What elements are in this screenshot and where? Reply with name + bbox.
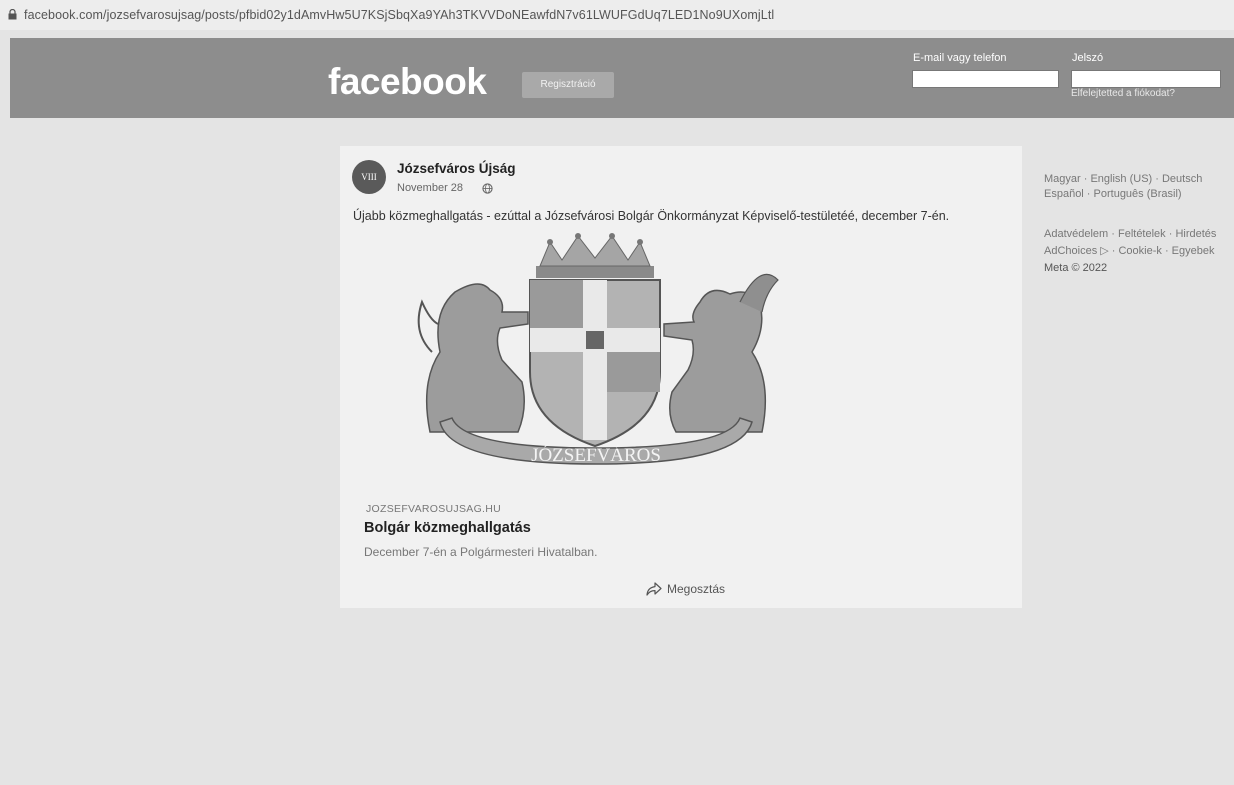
post-card: VIII Józsefváros Újság November 28 Újabb…	[340, 146, 1022, 608]
shield-icon	[529, 279, 661, 448]
page-avatar[interactable]: VIII	[352, 160, 386, 194]
language-links-1[interactable]: Magyar · English (US) · Deutsch	[1044, 173, 1202, 185]
globe-icon	[482, 183, 493, 194]
link-description[interactable]: December 7-én a Polgármesteri Hivatalban…	[364, 545, 597, 559]
email-field[interactable]	[912, 70, 1059, 88]
forgot-account-link[interactable]: Elfelejtetted a fiókodat?	[1071, 88, 1175, 99]
lock-icon	[8, 9, 17, 20]
share-label: Megosztás	[667, 582, 726, 596]
coat-of-arms-image[interactable]: JÓZSEFVÁROS	[410, 232, 782, 470]
share-icon	[646, 582, 662, 596]
copyright: Meta © 2022	[1044, 262, 1108, 274]
password-field[interactable]	[1071, 70, 1221, 88]
email-label: E-mail vagy telefon	[913, 52, 1007, 64]
post-date[interactable]: November 28	[397, 182, 463, 194]
password-label: Jelszó	[1072, 52, 1104, 64]
share-button[interactable]: Megosztás	[646, 582, 725, 596]
link-domain[interactable]: JOZSEFVAROSUJSAG.HU	[366, 503, 501, 515]
ribbon-text: JÓZSEFVÁROS	[531, 444, 661, 466]
footer-links-1[interactable]: Adatvédelem · Feltételek · Hirdetés	[1044, 228, 1216, 240]
language-links-2[interactable]: Español · Português (Brasil)	[1044, 188, 1182, 200]
address-bar-url[interactable]: facebook.com/jozsefvarosujsag/posts/pfbi…	[24, 8, 774, 22]
facebook-header: facebook Regisztráció E-mail vagy telefo…	[10, 38, 1234, 118]
page-name[interactable]: Józsefváros Újság	[397, 161, 516, 176]
post-text: Újabb közmeghallgatás - ezúttal a József…	[353, 209, 950, 223]
footer-links-2[interactable]: AdChoices ▷ · Cookie-k · Egyebek	[1044, 244, 1214, 257]
link-title[interactable]: Bolgár közmeghallgatás	[364, 520, 531, 536]
address-bar[interactable]: facebook.com/jozsefvarosujsag/posts/pfbi…	[0, 0, 1234, 30]
facebook-logo[interactable]: facebook	[328, 61, 487, 103]
register-button[interactable]: Regisztráció	[522, 72, 614, 98]
